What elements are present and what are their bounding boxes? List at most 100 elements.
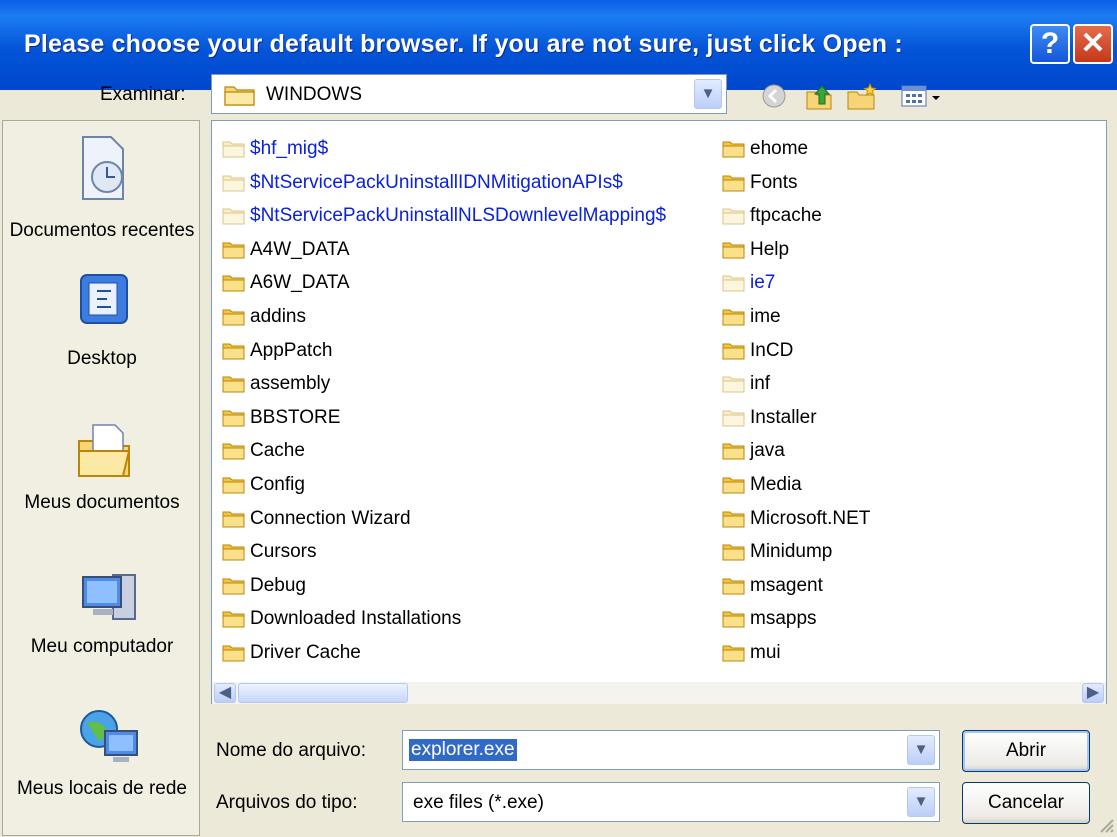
folder-icon: [222, 611, 245, 628]
chevron-left-icon: ◀: [218, 684, 232, 701]
folder-icon: [222, 477, 245, 494]
lookin-dropdown[interactable]: WINDOWS ▼: [211, 74, 727, 114]
folder-item-name: InCD: [750, 339, 794, 361]
new-folder-icon[interactable]: [846, 82, 878, 112]
folder-item-name: Cache: [250, 440, 305, 462]
scroll-thumb[interactable]: [238, 683, 408, 703]
lookin-dropdown-button[interactable]: ▼: [694, 79, 722, 109]
my-computer-icon: [82, 574, 136, 620]
folder-icon: [722, 511, 745, 528]
folder-icon: [222, 578, 245, 595]
help-icon: ?: [1040, 27, 1060, 60]
file-open-dialog: Please choose your default browser. If y…: [0, 0, 1117, 837]
window-title: Please choose your default browser. If y…: [24, 30, 903, 58]
folder-icon: [722, 242, 745, 259]
chevron-right-icon: ▶: [1086, 684, 1100, 701]
lookin-value: WINDOWS: [266, 84, 363, 105]
place-label: Meu computador: [30, 636, 174, 657]
recent-documents-icon: [82, 136, 124, 200]
folder-icon: [722, 275, 745, 292]
folder-item-name: ie7: [750, 272, 776, 294]
folder-icon: [222, 544, 245, 561]
place-label: Meus locais de rede: [16, 778, 188, 799]
folder-item-name: addins: [250, 305, 306, 327]
resize-grip-icon[interactable]: [1095, 814, 1115, 834]
places-bar: Documentos recentes Desktop Meus documen…: [2, 120, 200, 836]
folder-icon: [222, 645, 245, 662]
place-label: Documentos recentes: [9, 220, 195, 241]
folder-item-name: $NtServicePackUninstallIDNMitigationAPIs…: [250, 171, 623, 193]
filename-input[interactable]: explorer.exe ▼: [402, 730, 940, 770]
scroll-right-button[interactable]: ▶: [1082, 683, 1104, 703]
folder-icon: [222, 410, 245, 427]
folder-item-name: Config: [250, 473, 305, 495]
up-folder-icon[interactable]: [804, 82, 834, 112]
help-button[interactable]: ?: [1030, 24, 1070, 64]
file-list[interactable]: $hf_mig$ $NtServicePackUninstallIDNMitiga…: [211, 120, 1107, 704]
place-label: Desktop: [67, 348, 137, 369]
scroll-left-button[interactable]: ◀: [214, 683, 236, 703]
folder-icon: [222, 511, 245, 528]
cancel-button[interactable]: Cancelar: [962, 782, 1090, 824]
folder-item-name: Connection Wizard: [250, 507, 411, 529]
close-icon: ✕: [1080, 27, 1106, 60]
chevron-down-icon: ▼: [700, 85, 716, 102]
folder-icon: [222, 443, 245, 460]
folder-icon: [722, 645, 745, 662]
filetype-value: exe files (*.exe): [413, 792, 544, 813]
folder-item-name: java: [750, 440, 785, 462]
folder-item-name: Cursors: [250, 541, 317, 563]
folder-item-name: Downloaded Installations: [250, 608, 462, 630]
back-icon[interactable]: [760, 82, 788, 110]
folder-item-name: A6W_DATA: [250, 272, 350, 294]
folder-item-name: AppPatch: [250, 339, 333, 361]
filetype-label: Arquivos do tipo:: [216, 792, 358, 813]
folder-item-name: Installer: [750, 406, 817, 428]
folder-icon: [722, 208, 745, 225]
folder-icon: [722, 376, 745, 393]
folder-item-name: msapps: [750, 608, 817, 630]
folder-item-name: ime: [750, 305, 781, 327]
folder-icon: [222, 141, 245, 158]
horizontal-scrollbar[interactable]: ◀ ▶: [212, 682, 1106, 704]
lookin-label: Examinar:: [100, 84, 186, 105]
folder-item-name: Debug: [250, 574, 306, 596]
filename-value: explorer.exe: [409, 739, 517, 761]
folder-item-name: Minidump: [750, 541, 833, 563]
filename-dropdown-button[interactable]: ▼: [907, 735, 935, 765]
folder-item-name: Help: [750, 238, 790, 260]
close-button[interactable]: ✕: [1073, 24, 1113, 64]
folder-item-name: assembly: [250, 373, 331, 395]
folder-icon: [722, 309, 745, 326]
folder-item-name: A4W_DATA: [250, 238, 350, 260]
folder-icon: [722, 544, 745, 561]
folder-item-name: inf: [750, 373, 771, 395]
folder-item-name: mui: [750, 641, 781, 663]
folder-icon: [722, 410, 745, 427]
folder-icon: [722, 343, 745, 360]
folder-item-name: ehome: [750, 138, 809, 159]
folder-item-name: BBSTORE: [250, 406, 341, 428]
folder-icon: [222, 275, 245, 292]
filetype-select[interactable]: exe files (*.exe) ▼: [402, 782, 940, 822]
folder-icon: [722, 611, 745, 628]
folder-icon: [222, 208, 245, 225]
folder-icon: [722, 578, 745, 595]
folder-icon: [722, 141, 745, 158]
filename-label: Nome do arquivo:: [216, 740, 366, 761]
open-button[interactable]: Abrir: [962, 730, 1090, 772]
folder-item-name: $NtServicePackUninstallNLSDownlevelMappi…: [250, 205, 667, 227]
folder-item-name: ftpcache: [750, 205, 822, 227]
folder-icon: [722, 443, 745, 460]
folder-icon: [224, 86, 255, 106]
desktop-icon: [80, 274, 128, 324]
filetype-dropdown-button[interactable]: ▼: [907, 787, 935, 817]
folder-item-name: $hf_mig$: [250, 138, 329, 159]
folder-icon: [222, 175, 245, 192]
folder-icon: [222, 376, 245, 393]
network-places-icon: [80, 710, 138, 762]
view-menu-icon[interactable]: [900, 82, 950, 112]
folder-item-name: Media: [750, 473, 802, 495]
folder-icon: [722, 477, 745, 494]
folder-icon: [722, 175, 745, 192]
